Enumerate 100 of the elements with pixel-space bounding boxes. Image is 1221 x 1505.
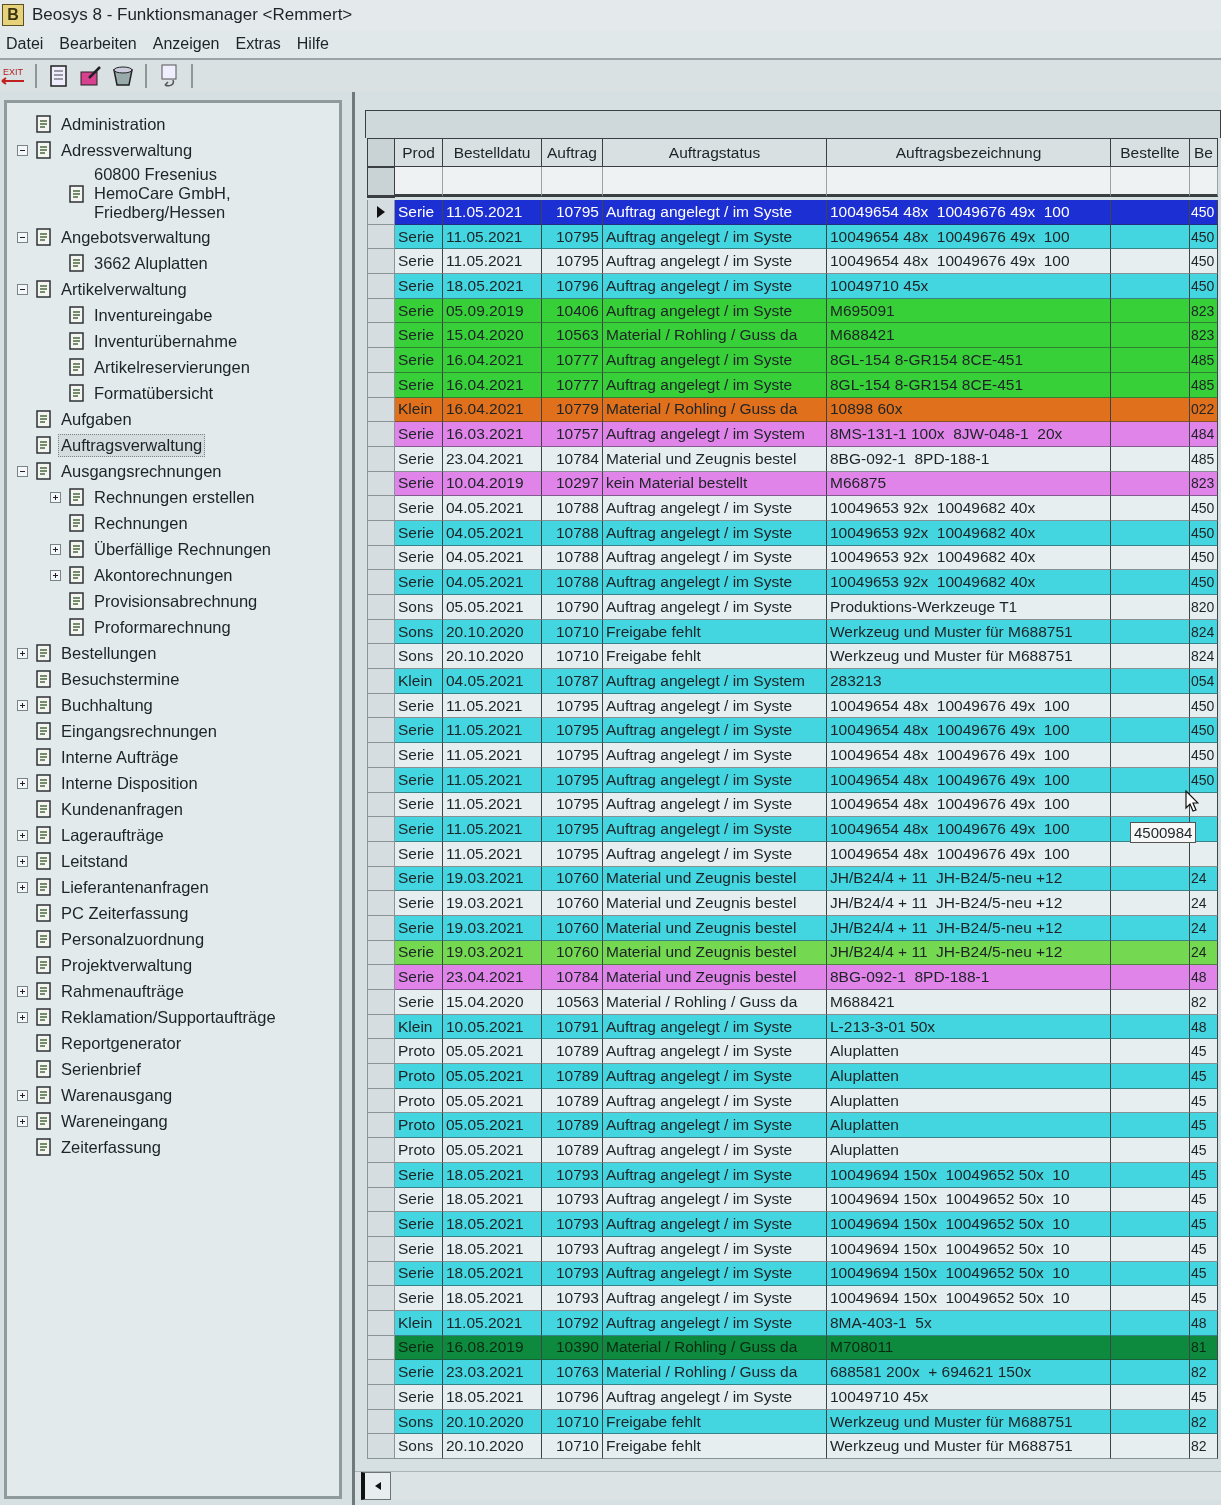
document-icon bbox=[67, 513, 87, 533]
tree-item[interactable]: Lieferantenanfragen bbox=[58, 875, 212, 899]
tree-item[interactable]: Serienbrief bbox=[58, 1057, 144, 1081]
expand-toggle[interactable] bbox=[17, 985, 28, 997]
tree-item[interactable]: Adressverwaltung bbox=[58, 138, 196, 162]
tree-item[interactable]: Rechnungen erstellen bbox=[91, 485, 258, 509]
expand-toggle[interactable] bbox=[17, 829, 28, 841]
expand-toggle[interactable] bbox=[17, 777, 28, 789]
filter-field[interactable] bbox=[603, 167, 827, 197]
table-cell: 450 bbox=[1190, 496, 1218, 521]
tree-item[interactable]: Überfällige Rechnungen bbox=[91, 537, 275, 561]
product-cell: Sons bbox=[395, 1409, 443, 1435]
product-cell: Serie bbox=[395, 743, 443, 768]
tree-item[interactable]: Besuchstermine bbox=[58, 667, 183, 691]
column-header[interactable]: Prod bbox=[395, 138, 443, 167]
tree-item[interactable]: Rechnungen bbox=[91, 511, 191, 535]
row-header[interactable] bbox=[367, 200, 395, 225]
expand-toggle[interactable] bbox=[50, 543, 61, 555]
tree-item[interactable]: Inventureingabe bbox=[91, 303, 216, 327]
tree-item[interactable]: Artikelreservierungen bbox=[91, 355, 253, 379]
description-cell: Produktions-Werkzeuge T1 bbox=[827, 595, 1111, 620]
tree-item[interactable]: Administration bbox=[58, 112, 169, 136]
order-cell: 10796 bbox=[542, 1385, 603, 1410]
expand-toggle[interactable] bbox=[50, 491, 61, 503]
tree-item[interactable]: Personalzuordnung bbox=[58, 927, 208, 951]
expand-toggle[interactable] bbox=[17, 1089, 28, 1101]
filter-field[interactable] bbox=[542, 167, 603, 197]
collapse-toggle[interactable] bbox=[17, 465, 28, 477]
expand-toggle[interactable] bbox=[17, 1115, 28, 1127]
table-cell: 820 bbox=[1190, 595, 1218, 620]
tree-item[interactable]: Interne Aufträge bbox=[58, 745, 182, 769]
tree-item[interactable]: 60800 Fresenius HemoCare GmbH, Friedberg/Hessen bbox=[91, 163, 297, 224]
expand-toggle[interactable] bbox=[17, 647, 28, 659]
tree-item[interactable]: Auftragsverwaltung bbox=[58, 433, 206, 457]
expand-toggle[interactable] bbox=[17, 881, 28, 893]
order-cell: 10795 bbox=[542, 792, 603, 818]
date-cell: 11.05.2021 bbox=[443, 743, 542, 768]
menu-item[interactable]: Anzeigen bbox=[146, 35, 230, 53]
tree-item[interactable]: Zeiterfassung bbox=[58, 1135, 164, 1159]
column-header[interactable]: Auftragsbezeichnung bbox=[827, 138, 1111, 167]
tree-item[interactable]: Rahmenaufträge bbox=[58, 979, 187, 1003]
document-icon bbox=[67, 539, 87, 559]
filter-field[interactable] bbox=[1190, 167, 1218, 197]
expand-toggle[interactable] bbox=[50, 569, 61, 581]
column-header[interactable]: Bestellte bbox=[1111, 138, 1190, 167]
filter-field[interactable] bbox=[1111, 167, 1190, 197]
tree-item[interactable]: Reklamation/Supportaufträge bbox=[58, 1005, 279, 1029]
tree-item[interactable]: Kundenanfragen bbox=[58, 797, 187, 821]
filter-field[interactable] bbox=[443, 167, 542, 197]
tree-item[interactable]: Reportgenerator bbox=[58, 1031, 185, 1055]
tree-item[interactable]: Interne Disposition bbox=[58, 771, 201, 795]
description-cell: 10049654 48x 10049676 49x 100 bbox=[827, 224, 1111, 250]
date-cell: 16.04.2021 bbox=[443, 397, 542, 423]
collapse-toggle[interactable] bbox=[17, 231, 28, 243]
date-cell: 20.10.2020 bbox=[443, 1409, 542, 1435]
table-cell: 450 bbox=[1190, 693, 1218, 719]
collapse-toggle[interactable] bbox=[17, 283, 28, 295]
table-cell: 82 bbox=[1190, 1360, 1218, 1385]
tree-item[interactable]: Artikelverwaltung bbox=[58, 277, 190, 301]
column-header[interactable]: Auftrag bbox=[542, 138, 603, 167]
status-cell: Auftrag angelegt / im Syste bbox=[603, 249, 827, 275]
product-cell: Klein bbox=[395, 1310, 443, 1336]
tree-item[interactable]: Angebotsverwaltung bbox=[58, 225, 214, 249]
tree-item[interactable]: 3662 Aluplatten bbox=[91, 251, 211, 275]
tree-item[interactable]: Leitstand bbox=[58, 849, 131, 873]
column-header[interactable]: Auftragstatus bbox=[603, 138, 827, 167]
table-cell: 485 bbox=[1190, 372, 1218, 398]
tree-item[interactable]: Proformarechnung bbox=[91, 615, 234, 639]
expand-toggle[interactable] bbox=[17, 1011, 28, 1023]
tree-item[interactable]: PC Zeiterfassung bbox=[58, 901, 192, 925]
tree-item[interactable]: Aufgaben bbox=[58, 407, 135, 431]
menu-item[interactable]: Extras bbox=[229, 35, 291, 53]
tree-item[interactable]: Ausgangsrechnungen bbox=[58, 459, 225, 483]
tree-item[interactable]: Projektverwaltung bbox=[58, 953, 196, 977]
menu-item[interactable]: Datei bbox=[0, 35, 54, 53]
document-icon bbox=[34, 461, 54, 481]
scroll-left-button[interactable] bbox=[361, 1472, 391, 1501]
menu-item[interactable]: Bearbeiten bbox=[53, 35, 147, 53]
filter-field[interactable] bbox=[827, 167, 1111, 197]
expand-toggle[interactable] bbox=[17, 699, 28, 711]
exit-button[interactable]: EXIT bbox=[0, 62, 26, 90]
document-icon bbox=[34, 1111, 54, 1131]
table-cell: 484 bbox=[1190, 422, 1218, 447]
tree-item[interactable]: Lageraufträge bbox=[58, 823, 167, 847]
tree-item[interactable]: Warenausgang bbox=[58, 1083, 176, 1107]
column-header[interactable]: Be bbox=[1190, 138, 1218, 167]
tree-item[interactable]: Buchhaltung bbox=[58, 693, 156, 717]
tree-item[interactable]: Formatübersicht bbox=[91, 381, 217, 405]
tree-item[interactable]: Eingangsrechnungen bbox=[58, 719, 220, 743]
tree-item[interactable]: Inventurübernahme bbox=[91, 329, 241, 353]
tree-item[interactable]: Bestellungen bbox=[58, 641, 160, 665]
tree-item[interactable]: Wareneingang bbox=[58, 1109, 171, 1133]
column-header[interactable]: Bestelldatu bbox=[443, 138, 542, 167]
description-cell: 10049710 45x bbox=[827, 1385, 1111, 1410]
collapse-toggle[interactable] bbox=[17, 144, 28, 156]
expand-toggle[interactable] bbox=[17, 855, 28, 867]
menu-item[interactable]: Hilfe bbox=[290, 35, 339, 53]
tree-item[interactable]: Akontorechnungen bbox=[91, 563, 236, 587]
tree-item[interactable]: Provisionsabrechnung bbox=[91, 589, 261, 613]
filter-field[interactable] bbox=[395, 167, 443, 197]
